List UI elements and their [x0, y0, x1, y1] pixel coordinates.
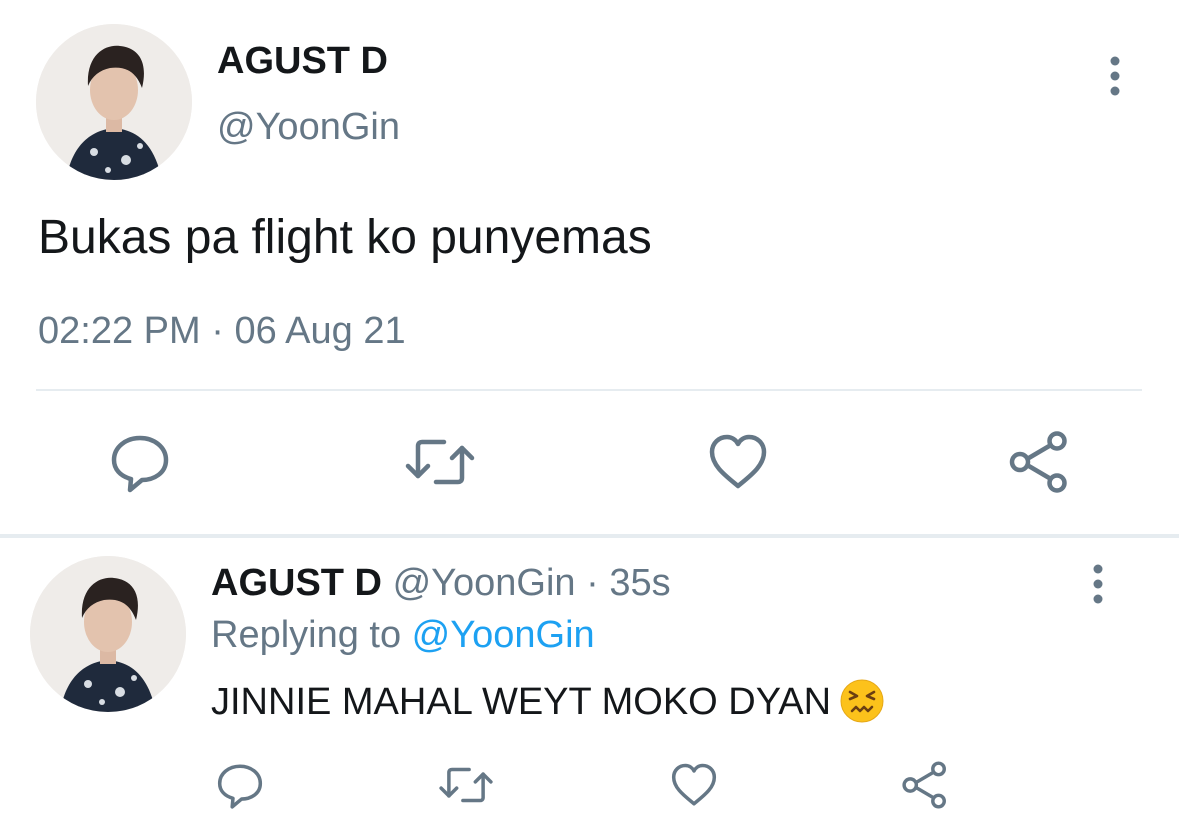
replying-to-line: Replying to @YoonGin	[211, 614, 595, 657]
reply-button[interactable]	[215, 760, 265, 810]
more-options-icon[interactable]	[1101, 54, 1129, 98]
reply-header: AGUST D @YoonGin · 35s	[211, 562, 671, 605]
confounded-face-icon	[839, 678, 885, 724]
retweet-button[interactable]	[404, 430, 476, 494]
user-handle[interactable]: @YoonGin	[217, 106, 400, 149]
replying-prefix: Replying to	[211, 614, 412, 656]
like-button[interactable]	[706, 430, 770, 494]
share-button[interactable]	[898, 760, 950, 810]
main-tweet: AGUST D @YoonGin Bukas pa flight ko puny…	[0, 0, 1179, 535]
share-icon	[1009, 431, 1067, 493]
section-separator	[0, 534, 1179, 538]
retweet-icon	[405, 439, 475, 485]
display-name[interactable]: AGUST D	[217, 40, 388, 83]
retweet-icon	[439, 767, 493, 803]
tweet-detail-page: AGUST D @YoonGin Bukas pa flight ko puny…	[0, 0, 1179, 837]
avatar[interactable]	[30, 556, 186, 712]
reply-text: JINNIE MAHAL WEYT MOKO DYAN	[211, 681, 832, 723]
tweet-time: 02:22 PM	[38, 310, 201, 352]
tweet-text: Bukas pa flight ko punyemas	[38, 211, 652, 264]
more-options-icon[interactable]	[1084, 562, 1112, 606]
heart-icon	[709, 434, 767, 489]
time-ago: 35s	[609, 562, 671, 604]
mention-link[interactable]: @YoonGin	[412, 614, 595, 656]
timestamp-separator: ·	[200, 310, 235, 352]
display-name[interactable]: AGUST D	[211, 562, 382, 604]
tweet-timestamp[interactable]: 02:22 PM · 06 Aug 21	[38, 310, 406, 353]
share-icon	[902, 761, 946, 809]
divider	[36, 389, 1142, 391]
share-button[interactable]	[1004, 430, 1072, 494]
time-separator: ·	[575, 562, 610, 604]
tweet-date: 06 Aug 21	[234, 310, 406, 352]
retweet-button[interactable]	[438, 760, 494, 810]
user-handle[interactable]: @YoonGin	[393, 562, 576, 604]
profile-photo	[30, 556, 186, 712]
tweet-text: JINNIE MAHAL WEYT MOKO DYAN	[211, 678, 885, 724]
heart-icon	[671, 763, 717, 806]
like-button[interactable]	[668, 760, 720, 810]
comment-icon	[111, 435, 169, 493]
avatar[interactable]	[36, 24, 192, 180]
comment-icon	[217, 764, 263, 809]
reply-button[interactable]	[108, 430, 172, 494]
profile-photo	[36, 24, 192, 180]
